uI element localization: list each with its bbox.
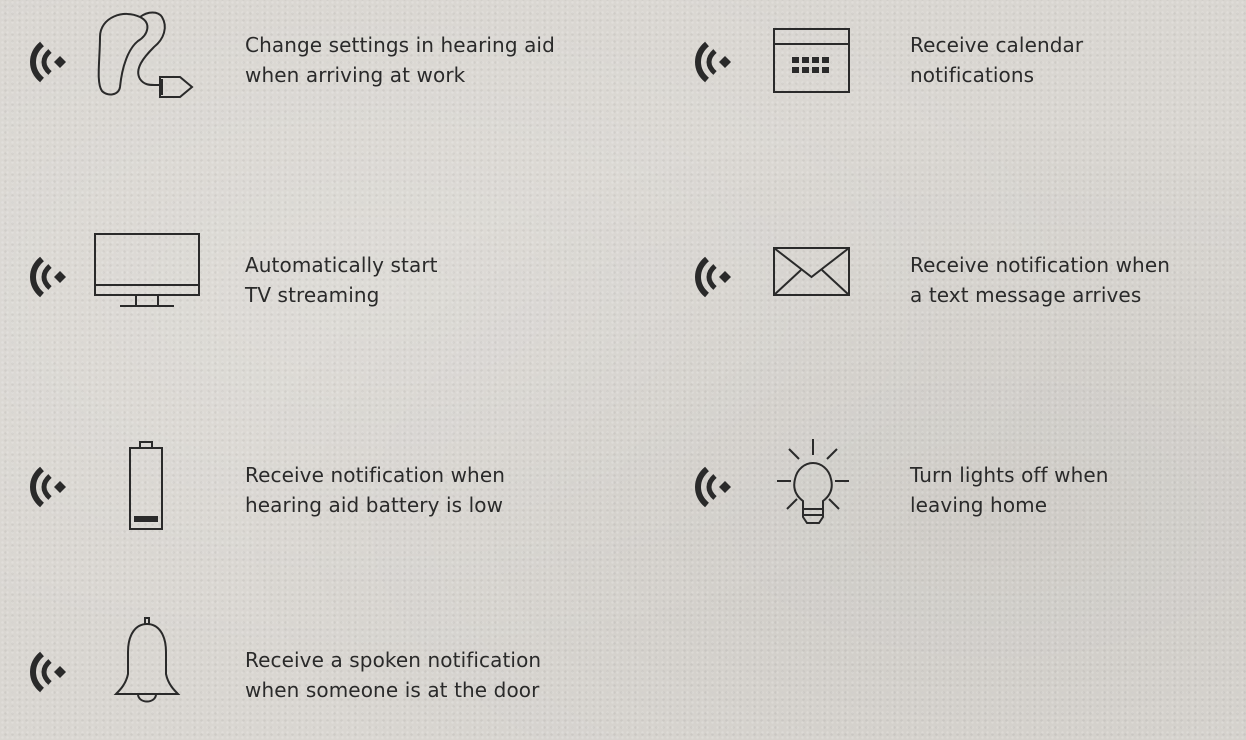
wireless-signal-icon [693, 465, 737, 509]
feature-label: Receive calendar notifications [910, 33, 1084, 87]
wireless-signal-icon [28, 255, 72, 299]
feature-battery-low: Receive notification when hearing aid ba… [0, 441, 600, 555]
calendar-icon [773, 28, 851, 94]
feature-doorbell: Receive a spoken notification when someo… [0, 617, 600, 730]
feature-hearing-aid-work: Change settings in hearing aid when arri… [0, 11, 600, 125]
doorbell-icon [113, 616, 181, 740]
feature-label: Receive notification when a text message… [910, 253, 1170, 307]
feature-label: Receive a spoken notification when someo… [245, 648, 542, 702]
wireless-signal-icon [28, 40, 72, 84]
hearing-aid-icon [94, 7, 204, 103]
feature-tv-streaming: Automatically start TV streaming [0, 233, 600, 345]
automation-features-page: { "features": [ { "icon": "hearing-aid-i… [0, 0, 1246, 740]
wireless-signal-icon [693, 255, 737, 299]
wireless-signal-icon [693, 40, 737, 84]
tv-icon [94, 233, 202, 311]
wireless-signal-icon [28, 650, 72, 694]
feature-calendar-notifications: Receive calendar notifications [665, 15, 1246, 125]
feature-label: Receive notification when hearing aid ba… [245, 463, 505, 517]
envelope-icon [773, 247, 851, 297]
feature-label: Change settings in hearing aid when arri… [245, 33, 555, 87]
battery-low-icon [129, 441, 165, 531]
feature-text-message: Receive notification when a text message… [665, 235, 1246, 345]
light-bulb-icon [775, 437, 851, 537]
wireless-signal-icon [28, 465, 72, 509]
feature-lights-off: Turn lights off when leaving home [665, 439, 1246, 555]
feature-label: Turn lights off when leaving home [910, 463, 1109, 517]
feature-label: Automatically start TV streaming [245, 253, 438, 307]
